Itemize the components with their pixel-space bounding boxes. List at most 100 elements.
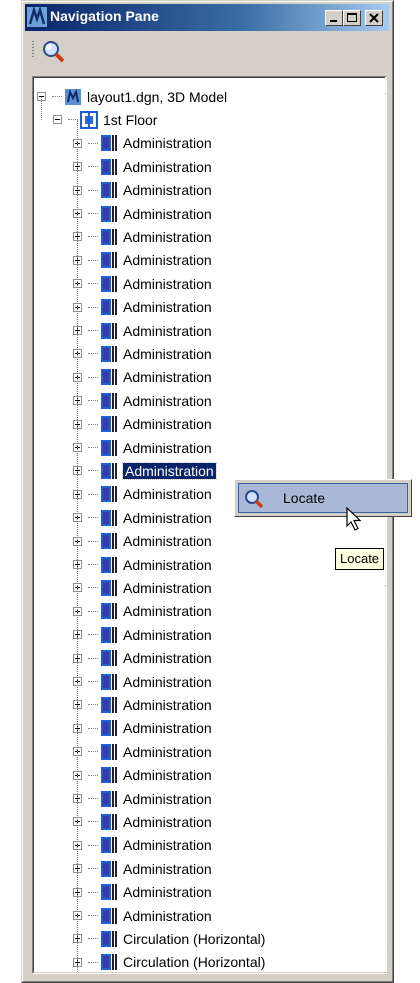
- tree-node[interactable]: Administration: [73, 530, 212, 553]
- tree-node[interactable]: Administration: [73, 413, 212, 436]
- tree-node-label: Administration: [123, 392, 212, 409]
- tree-connector: [88, 353, 98, 355]
- tree-node[interactable]: Administration: [73, 225, 212, 248]
- space-icon: [101, 650, 117, 667]
- tree-node[interactable]: Administration: [73, 319, 212, 342]
- tree-node[interactable]: 1st Floor: [53, 108, 157, 131]
- tree-node-label: Administration: [123, 345, 212, 362]
- toolbar-grip[interactable]: [32, 41, 34, 59]
- tree-node[interactable]: Administration: [73, 764, 212, 787]
- tree-node[interactable]: Administration: [73, 693, 212, 716]
- space-icon: [101, 556, 117, 573]
- tree-node-label: Administration: [123, 299, 212, 316]
- tree-node-label: Administration: [123, 252, 212, 269]
- floor-icon: [80, 110, 98, 129]
- maximize-button[interactable]: [343, 10, 361, 26]
- collapse-toggle-icon[interactable]: [53, 115, 62, 125]
- tree-node[interactable]: Administration: [73, 179, 212, 202]
- tree-node-label: Administration: [123, 837, 212, 854]
- space-icon: [101, 837, 117, 854]
- scroll-up-button[interactable]: [385, 77, 387, 94]
- space-icon: [101, 228, 117, 245]
- tree-connector: [88, 376, 98, 378]
- tree-node[interactable]: Administration: [73, 249, 212, 272]
- tree-node[interactable]: Administration: [73, 202, 212, 225]
- tree-node[interactable]: Administration: [73, 717, 212, 740]
- space-icon: [101, 954, 117, 971]
- tree-node[interactable]: Administration: [73, 834, 212, 857]
- title-bar[interactable]: Navigation Pane: [25, 4, 389, 31]
- tree-node[interactable]: Administration: [73, 904, 212, 927]
- tree-node-label: Administration: [123, 813, 212, 830]
- menu-item-locate[interactable]: Locate: [238, 483, 408, 513]
- tree-node[interactable]: Administration: [73, 483, 212, 506]
- tree-node[interactable]: Administration: [73, 342, 212, 365]
- tree-connector: [88, 751, 98, 753]
- tree-connector: [88, 423, 98, 425]
- tree-connector: [88, 587, 98, 589]
- tree-view[interactable]: layout1.dgn, 3D Model 1st Floor Administra…: [32, 76, 387, 974]
- space-icon: [101, 416, 117, 433]
- tree-node-label: Administration: [123, 720, 212, 737]
- tree-node-label: Administration: [123, 860, 212, 877]
- tree-node[interactable]: Administration: [73, 647, 212, 670]
- tree-node-label: Administration: [123, 743, 212, 760]
- tree-node[interactable]: Administration: [73, 881, 212, 904]
- tree-node[interactable]: Administration: [73, 436, 212, 459]
- tree-connector: [88, 306, 98, 308]
- space-icon: [101, 392, 117, 409]
- tree-node-label: Administration: [123, 790, 212, 807]
- tree-node[interactable]: Administration: [73, 670, 212, 693]
- tree-node-label: Administration: [123, 603, 212, 620]
- tree-node[interactable]: Circulation (Horizontal): [73, 951, 266, 973]
- tree-node[interactable]: Administration: [73, 576, 212, 599]
- minimize-button[interactable]: [325, 10, 343, 26]
- space-icon: [101, 626, 117, 643]
- tree-node-label: Administration: [123, 486, 212, 503]
- tree-node[interactable]: Administration: [73, 553, 212, 576]
- space-icon: [101, 369, 117, 386]
- tree-node-label: layout1.dgn, 3D Model: [87, 88, 228, 105]
- space-icon: [101, 884, 117, 901]
- close-button[interactable]: [365, 10, 383, 26]
- tree-node[interactable]: Administration: [73, 132, 212, 155]
- tree-node[interactable]: Administration: [73, 810, 212, 833]
- tree-connector: [88, 166, 98, 168]
- space-icon: [101, 299, 117, 316]
- tree-node[interactable]: Administration: [73, 857, 212, 880]
- tree-node-label: Administration: [123, 767, 212, 784]
- tree-node[interactable]: Administration: [73, 272, 212, 295]
- tree-node[interactable]: Administration: [73, 506, 212, 529]
- scroll-down-button[interactable]: [385, 956, 386, 973]
- tree-node-label: Administration: [123, 369, 212, 386]
- tree-node[interactable]: Administration: [73, 787, 212, 810]
- tree-node[interactable]: Administration: [73, 155, 212, 178]
- tree-connector: [88, 938, 98, 940]
- tree-node-label: Administration: [123, 626, 212, 643]
- tree-node-label: Administration: [123, 556, 212, 573]
- tree-node[interactable]: Administration: [73, 459, 217, 482]
- space-icon: [101, 603, 117, 620]
- tree-node[interactable]: Administration: [73, 623, 212, 646]
- tree-connector: [88, 236, 98, 238]
- tree-node[interactable]: Administration: [73, 366, 212, 389]
- vertical-scrollbar[interactable]: [385, 77, 387, 973]
- tree-node[interactable]: Administration: [73, 389, 212, 412]
- tree-node[interactable]: Administration: [73, 296, 212, 319]
- toolbar: [25, 33, 389, 69]
- tree-node-label: Administration: [123, 135, 212, 152]
- arrow-up-icon: [386, 78, 387, 93]
- tree-node-label: Circulation (Horizontal): [123, 954, 266, 971]
- tree-connector: [88, 517, 98, 519]
- tree-connector: [88, 213, 98, 214]
- space-icon: [101, 252, 117, 269]
- magnifier-icon[interactable]: [39, 37, 67, 65]
- tree-node[interactable]: Administration: [73, 740, 212, 763]
- tree-node[interactable]: Circulation (Horizontal): [73, 927, 265, 950]
- tree-node[interactable]: layout1.dgn, 3D Model: [37, 85, 227, 108]
- tree-connector: [88, 610, 98, 612]
- tree-node-label: Administration: [123, 158, 212, 175]
- space-icon: [101, 322, 117, 339]
- tree-connector: [88, 400, 98, 402]
- tree-node[interactable]: Administration: [73, 600, 212, 623]
